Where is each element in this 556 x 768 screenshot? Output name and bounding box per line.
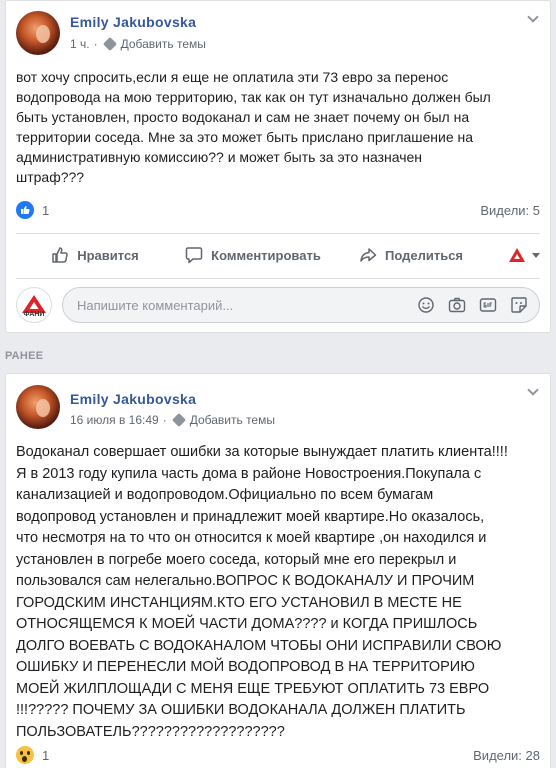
post-card: Emily Jakubovska 1 ч. · Добавить темы во… <box>5 0 551 333</box>
post-time[interactable]: 1 ч. <box>70 37 90 51</box>
comment-button[interactable]: Комментировать <box>174 246 332 264</box>
tag-icon <box>102 36 117 52</box>
views-count[interactable]: Видели: 5 <box>480 203 540 218</box>
reaction-count[interactable]: 1 <box>42 203 49 218</box>
like-label: Нравится <box>77 247 139 263</box>
gif-icon[interactable] <box>478 295 498 315</box>
post-meta: 16 июля в 16:49 · Добавить темы <box>70 412 275 428</box>
share-icon <box>360 248 377 262</box>
reaction-count[interactable]: 1 <box>42 748 49 763</box>
meta-separator: · <box>162 413 167 427</box>
divider <box>16 278 540 279</box>
comment-composer: ФАНИ <box>16 285 540 325</box>
add-topics-link[interactable]: Добавить темы <box>121 37 206 51</box>
comment-field[interactable] <box>62 287 540 323</box>
thumbs-up-icon[interactable] <box>16 201 34 219</box>
page-logo-icon <box>509 248 525 262</box>
post-meta: 1 ч. · Добавить темы <box>70 36 206 52</box>
divider <box>16 233 540 234</box>
post-text: вот хочу спросить,если я еще не оплатила… <box>16 69 491 185</box>
add-topics-link[interactable]: Добавить темы <box>190 413 275 427</box>
like-button[interactable]: Нравится <box>16 246 174 264</box>
author-avatar[interactable] <box>16 11 60 55</box>
post-time[interactable]: 16 июля в 16:49 <box>70 413 159 427</box>
section-label-earlier: РАНЕЕ <box>5 350 44 362</box>
share-button[interactable]: Поделиться <box>332 246 490 264</box>
views-count[interactable]: Видели: 28 <box>473 748 540 763</box>
meta-separator: · <box>93 37 98 51</box>
page-avatar-label: ФАНИ <box>23 311 45 318</box>
sticker-icon[interactable] <box>509 295 529 315</box>
action-bar: Нравится Комментировать Поделиться <box>16 238 540 272</box>
wow-icon[interactable] <box>16 746 34 764</box>
comment-icon <box>185 247 203 264</box>
page-avatar[interactable]: ФАНИ <box>16 287 52 323</box>
author-avatar[interactable] <box>16 385 60 429</box>
caret-down-icon <box>532 252 540 258</box>
share-label: Поделиться <box>384 247 464 263</box>
chevron-down-icon[interactable] <box>528 386 538 396</box>
page-selector[interactable] <box>490 247 540 263</box>
post-text: Водоканал совершает ошибки за которые вы… <box>16 444 508 740</box>
like-icon <box>52 247 69 263</box>
reactions-bar: 1 Видели: 5 <box>16 199 540 221</box>
tag-icon <box>171 412 186 428</box>
chevron-down-icon[interactable] <box>528 13 538 23</box>
post-card: Emily Jakubovska 16 июля в 16:49 · Добав… <box>5 373 551 768</box>
comment-input[interactable] <box>77 297 405 313</box>
emoji-icon[interactable] <box>416 295 436 315</box>
reactions-bar: 1 Видели: 28 <box>16 744 540 766</box>
camera-icon[interactable] <box>447 295 467 315</box>
author-name[interactable]: Emily Jakubovska <box>70 391 196 407</box>
comment-label: Комментировать <box>211 247 321 263</box>
author-name[interactable]: Emily Jakubovska <box>70 14 196 30</box>
